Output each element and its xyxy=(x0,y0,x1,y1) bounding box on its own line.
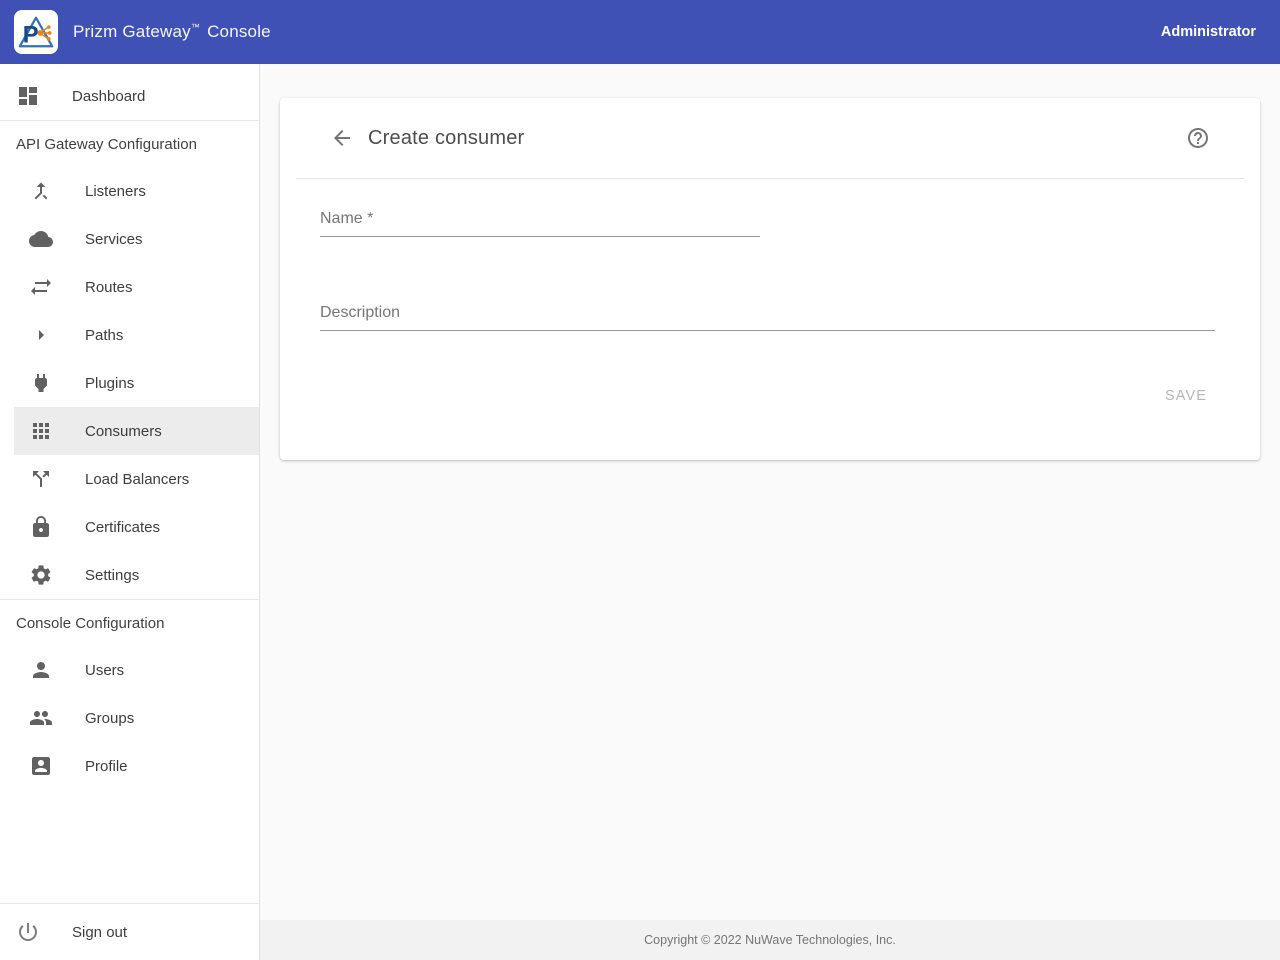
name-input[interactable] xyxy=(320,207,760,237)
sidebar-item-services[interactable]: Services xyxy=(0,215,259,263)
back-arrow-icon[interactable] xyxy=(330,126,354,150)
save-button[interactable]: SAVE xyxy=(1149,378,1223,414)
sidebar: Dashboard API Gateway Configuration List… xyxy=(0,64,260,960)
merge-arrows-icon xyxy=(29,179,53,203)
sign-out-label: Sign out xyxy=(72,924,127,941)
main-content: Create consumer SAVE Copyright © 2022 Nu… xyxy=(260,64,1280,960)
description-input[interactable] xyxy=(320,301,1215,331)
sidebar-item-certificates[interactable]: Certificates xyxy=(0,503,259,551)
call-split-icon xyxy=(29,467,53,491)
plug-icon xyxy=(29,371,53,395)
consumer-form xyxy=(280,179,1260,331)
sidebar-item-label: Plugins xyxy=(85,375,134,392)
sidebar-item-plugins[interactable]: Plugins xyxy=(0,359,259,407)
sidebar-item-dashboard[interactable]: Dashboard xyxy=(0,72,259,120)
sidebar-item-profile[interactable]: Profile xyxy=(0,742,259,790)
product-name: Console xyxy=(207,22,271,41)
sidebar-item-users[interactable]: Users xyxy=(0,646,259,694)
section-console-configuration: Console Configuration xyxy=(0,600,259,646)
section-api-gateway-configuration: API Gateway Configuration xyxy=(0,121,259,167)
swap-arrows-icon xyxy=(29,275,53,299)
cloud-icon xyxy=(29,227,53,251)
sidebar-item-settings[interactable]: Settings xyxy=(0,551,259,599)
sidebar-item-label: Groups xyxy=(85,710,134,727)
sidebar-item-label: Load Balancers xyxy=(85,471,189,488)
app-header: P Prizm Gateway™ Console Administrator xyxy=(0,0,1280,64)
sidebar-item-label: Services xyxy=(85,231,143,248)
prizm-logo-icon: P xyxy=(17,13,55,51)
sidebar-item-label: Users xyxy=(85,662,124,679)
sidebar-item-label: Profile xyxy=(85,758,128,775)
current-user-menu[interactable]: Administrator xyxy=(1161,24,1256,40)
dashboard-icon xyxy=(16,84,40,108)
sidebar-item-label: Certificates xyxy=(85,519,160,536)
sidebar-item-label: Dashboard xyxy=(72,88,145,105)
power-icon xyxy=(16,920,40,944)
gear-icon xyxy=(29,563,53,587)
account-box-icon xyxy=(29,754,53,778)
sidebar-item-load-balancers[interactable]: Load Balancers xyxy=(0,455,259,503)
footer: Copyright © 2022 NuWave Technologies, In… xyxy=(260,920,1280,960)
sidebar-item-label: Paths xyxy=(85,327,123,344)
arrow-right-icon xyxy=(29,323,53,347)
help-icon[interactable] xyxy=(1186,126,1210,150)
create-consumer-card: Create consumer SAVE xyxy=(280,98,1260,460)
sidebar-item-listeners[interactable]: Listeners xyxy=(0,167,259,215)
people-icon xyxy=(29,706,53,730)
person-icon xyxy=(29,658,53,682)
sidebar-item-label: Settings xyxy=(85,567,139,584)
sidebar-item-paths[interactable]: Paths xyxy=(0,311,259,359)
lock-icon xyxy=(29,515,53,539)
sidebar-item-routes[interactable]: Routes xyxy=(0,263,259,311)
card-header: Create consumer xyxy=(280,98,1260,178)
brand-name: Prizm Gateway xyxy=(73,22,191,41)
copyright-text: Copyright © 2022 NuWave Technologies, In… xyxy=(644,933,896,947)
apps-grid-icon xyxy=(29,419,53,443)
page-title: Create consumer xyxy=(368,127,524,150)
sidebar-item-label: Routes xyxy=(85,279,133,296)
sign-out-button[interactable]: Sign out xyxy=(0,904,259,960)
sidebar-item-groups[interactable]: Groups xyxy=(0,694,259,742)
app-logo: P xyxy=(14,10,58,54)
svg-text:P: P xyxy=(23,21,39,48)
sidebar-item-label: Listeners xyxy=(85,183,146,200)
app-title: Prizm Gateway™ Console xyxy=(73,22,271,42)
sidebar-item-consumers[interactable]: Consumers xyxy=(14,407,259,455)
trademark-symbol: ™ xyxy=(191,22,200,32)
sidebar-item-label: Consumers xyxy=(85,423,162,440)
